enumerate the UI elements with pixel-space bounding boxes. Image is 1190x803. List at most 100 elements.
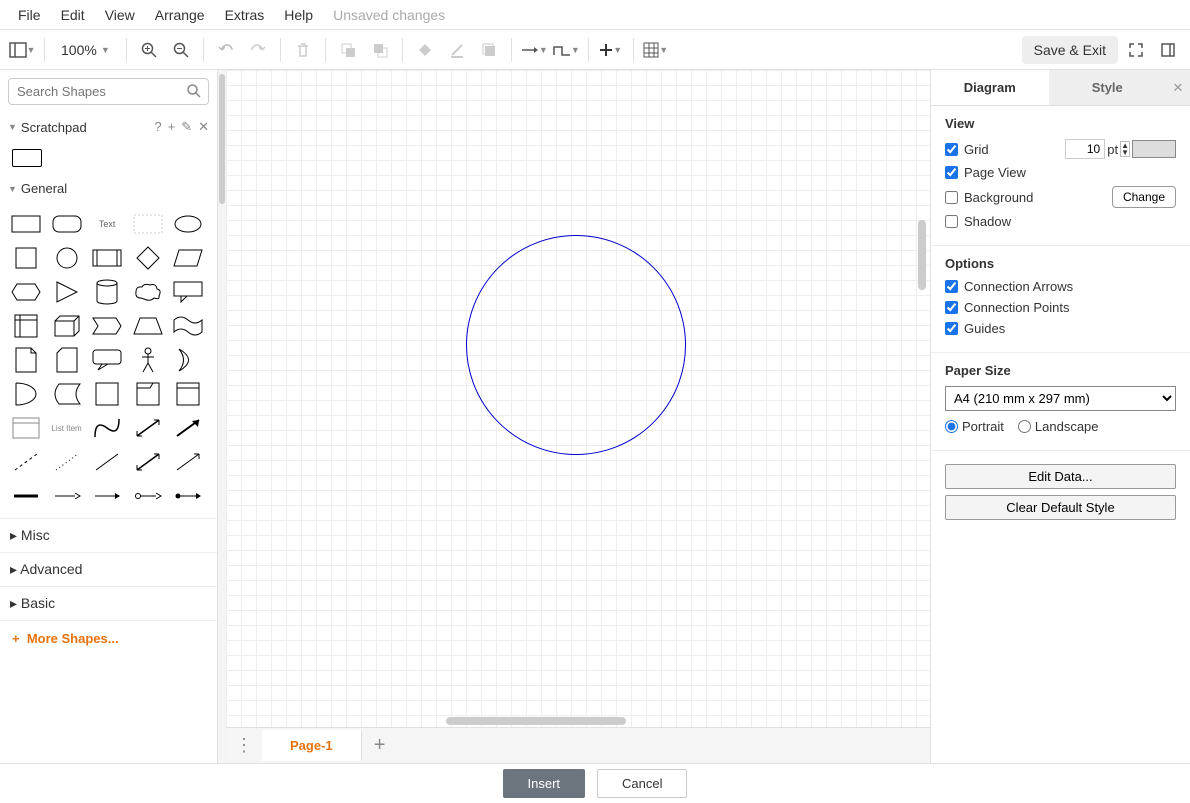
shape-callout2[interactable] xyxy=(91,346,123,374)
sidebar-scrollbar[interactable] xyxy=(218,70,226,763)
zoom-out-icon[interactable] xyxy=(167,36,195,64)
h-scrollbar[interactable] xyxy=(446,717,626,725)
shape-dotted[interactable] xyxy=(51,448,83,476)
shape-hexagon[interactable] xyxy=(10,278,42,306)
table-icon[interactable]: ▼ xyxy=(642,36,670,64)
shape-tape[interactable] xyxy=(172,312,204,340)
search-input[interactable] xyxy=(8,78,209,105)
shape-card[interactable] xyxy=(51,346,83,374)
canvas[interactable]: ⋮ Page-1 + xyxy=(226,70,930,763)
shadow-icon[interactable] xyxy=(475,36,503,64)
add-icon[interactable]: + xyxy=(168,119,176,135)
shape-rectangle[interactable] xyxy=(10,210,42,238)
edit-data-button[interactable]: Edit Data... xyxy=(945,464,1176,489)
paper-size-select[interactable]: A4 (210 mm x 297 mm) xyxy=(945,386,1176,411)
grid-color-swatch[interactable] xyxy=(1132,140,1176,158)
redo-icon[interactable] xyxy=(244,36,272,64)
general-header[interactable]: ▼General xyxy=(0,175,217,202)
add-icon[interactable]: ▼ xyxy=(597,36,625,64)
shadow-checkbox[interactable] xyxy=(945,215,958,228)
tab-diagram[interactable]: Diagram xyxy=(931,70,1049,105)
conn-arrows-checkbox[interactable] xyxy=(945,280,958,293)
shape-curve[interactable] xyxy=(91,414,123,442)
help-icon[interactable]: ? xyxy=(154,119,161,135)
sidebar-toggle-icon[interactable]: ▼ xyxy=(8,36,36,64)
shape-rounded-rect[interactable] xyxy=(51,210,83,238)
tab-page-1[interactable]: Page-1 xyxy=(262,730,362,761)
line-color-icon[interactable] xyxy=(443,36,471,64)
clear-style-button[interactable]: Clear Default Style xyxy=(945,495,1176,520)
landscape-radio[interactable] xyxy=(1018,420,1031,433)
shape-process[interactable] xyxy=(91,244,123,272)
shape-conn-thick[interactable] xyxy=(10,482,42,510)
waypoints-icon[interactable]: ▼ xyxy=(552,36,580,64)
shape-circle[interactable] xyxy=(51,244,83,272)
undo-icon[interactable] xyxy=(212,36,240,64)
shape-list-item[interactable]: List Item xyxy=(51,414,83,442)
menu-edit[interactable]: Edit xyxy=(51,3,95,27)
insert-button[interactable]: Insert xyxy=(503,769,586,798)
fullscreen-icon[interactable] xyxy=(1122,36,1150,64)
guides-checkbox[interactable] xyxy=(945,322,958,335)
shape-square[interactable] xyxy=(10,244,42,272)
section-basic[interactable]: ▸ Basic xyxy=(0,586,217,620)
shape-trapezoid[interactable] xyxy=(132,312,164,340)
change-button[interactable]: Change xyxy=(1112,186,1176,208)
shape-dashed[interactable] xyxy=(10,448,42,476)
v-scrollbar[interactable] xyxy=(918,220,926,290)
edit-icon[interactable]: ✎ xyxy=(181,119,192,135)
shape-parallelogram[interactable] xyxy=(172,244,204,272)
shape-ellipse[interactable] xyxy=(172,210,204,238)
to-front-icon[interactable] xyxy=(334,36,362,64)
shape-conn-open-start[interactable] xyxy=(132,482,164,510)
tab-style[interactable]: Style xyxy=(1049,70,1167,105)
shape-triangle[interactable] xyxy=(51,278,83,306)
pageview-checkbox[interactable] xyxy=(945,166,958,179)
grid-step-down[interactable]: ▼ xyxy=(1121,149,1129,156)
shape-callout[interactable] xyxy=(172,278,204,306)
menu-arrange[interactable]: Arrange xyxy=(145,3,215,27)
grid-checkbox[interactable] xyxy=(945,143,958,156)
shape-cube[interactable] xyxy=(51,312,83,340)
shape-link[interactable] xyxy=(132,448,164,476)
scratchpad-shape[interactable] xyxy=(12,149,42,167)
shape-data-storage[interactable] xyxy=(51,380,83,408)
save-exit-button[interactable]: Save & Exit xyxy=(1022,36,1118,64)
cancel-button[interactable]: Cancel xyxy=(597,769,687,798)
connection-icon[interactable]: ▼ xyxy=(520,36,548,64)
format-panel-icon[interactable] xyxy=(1154,36,1182,64)
shape-arrow[interactable] xyxy=(172,414,204,442)
close-panel-icon[interactable]: ✕ xyxy=(1166,70,1190,105)
portrait-radio[interactable] xyxy=(945,420,958,433)
menu-extras[interactable]: Extras xyxy=(215,3,275,27)
shape-step[interactable] xyxy=(91,312,123,340)
shape-note[interactable] xyxy=(10,346,42,374)
close-icon[interactable]: ✕ xyxy=(198,119,209,135)
shape-collate[interactable] xyxy=(172,380,204,408)
shape-diamond[interactable] xyxy=(132,244,164,272)
shape-conn-arrow[interactable] xyxy=(91,482,123,510)
shape-line[interactable] xyxy=(91,448,123,476)
menu-view[interactable]: View xyxy=(95,3,145,27)
shape-conn-filled-start[interactable] xyxy=(172,482,204,510)
shape-dir-arrow[interactable] xyxy=(172,448,204,476)
shape-or[interactable] xyxy=(10,380,42,408)
search-icon[interactable] xyxy=(187,84,201,98)
shape-conn-thin-arrow[interactable] xyxy=(51,482,83,510)
zoom-select[interactable]: 100%▼ xyxy=(53,42,118,58)
shape-moon[interactable] xyxy=(172,346,204,374)
section-misc[interactable]: ▸ Misc xyxy=(0,518,217,552)
shape-text[interactable]: Text xyxy=(91,210,123,238)
shape-cylinder[interactable] xyxy=(91,278,123,306)
background-checkbox[interactable] xyxy=(945,191,958,204)
tab-add-icon[interactable]: + xyxy=(362,734,398,757)
grid-size-input[interactable] xyxy=(1065,139,1105,159)
delete-icon[interactable] xyxy=(289,36,317,64)
scratchpad-header[interactable]: ▼ Scratchpad ? + ✎ ✕ xyxy=(0,113,217,141)
shape-frame[interactable] xyxy=(132,380,164,408)
shape-list[interactable] xyxy=(10,414,42,442)
conn-points-checkbox[interactable] xyxy=(945,301,958,314)
shape-internal-storage[interactable] xyxy=(10,312,42,340)
shape-textbox[interactable] xyxy=(132,210,164,238)
to-back-icon[interactable] xyxy=(366,36,394,64)
